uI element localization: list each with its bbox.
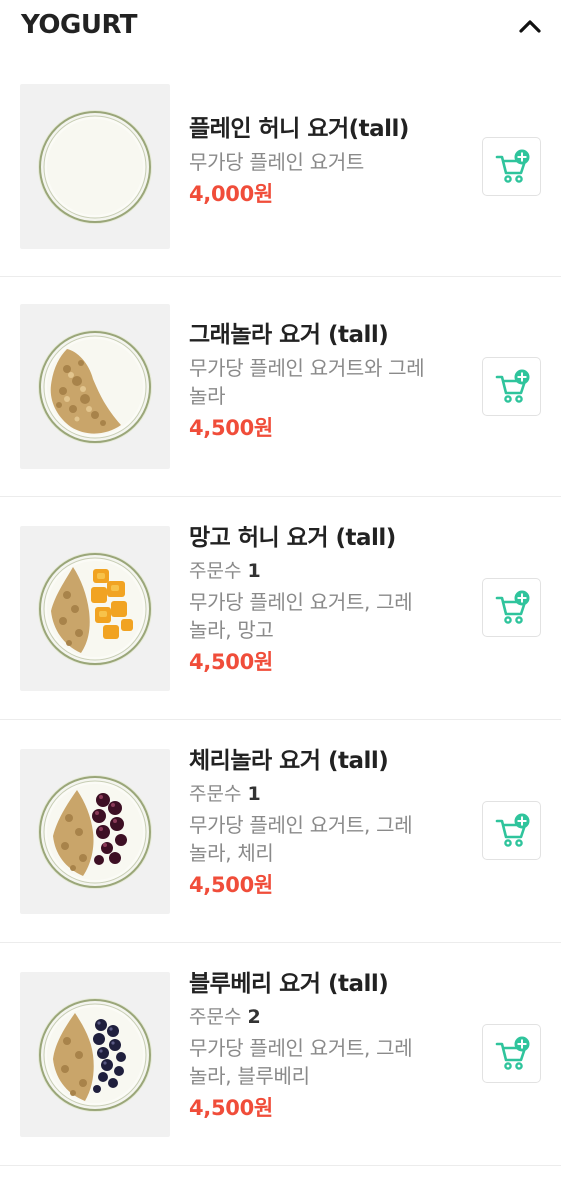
menu-item-mango-honey[interactable]: 망고 허니 요거 (tall) 주문수 1 무가당 플레인 요거트, 그레 놀라… [0,497,561,720]
item-description: 무가당 플레인 요거트 [189,150,365,174]
item-description: 무가당 플레인 요거트, 그레 놀라, 블루베리 [189,1036,413,1088]
cherry-yogurt-image [20,749,170,914]
item-name: 블루베리 요거 (tall) [189,971,389,997]
add-to-cart-button[interactable] [482,801,541,860]
item-name: 플레인 허니 요거(tall) [189,116,409,142]
cart-plus-icon [495,368,530,403]
granola-yogurt-image [20,304,170,469]
item-name: 그래놀라 요거 (tall) [189,322,389,348]
add-to-cart-button[interactable] [482,578,541,637]
item-price: 4,500원 [189,873,273,897]
cart-plus-icon [495,589,530,624]
add-to-cart-button[interactable] [482,1024,541,1083]
section-title: YOGURT [21,10,138,40]
cart-plus-icon [495,1035,530,1070]
item-price: 4,500원 [189,416,273,440]
item-price: 4,500원 [189,650,273,674]
item-info: 체리놀라 요거 (tall) 주문수 1 무가당 플레인 요거트, 그레 놀라,… [189,746,464,901]
add-to-cart-button[interactable] [482,137,541,196]
item-price: 4,000원 [189,182,273,206]
menu-item-granola[interactable]: 그래놀라 요거 (tall) 무가당 플레인 요거트와 그레 놀라 4,500원 [0,277,561,497]
cart-plus-icon [495,148,530,183]
item-info: 그래놀라 요거 (tall) 무가당 플레인 요거트와 그레 놀라 4,500원 [189,320,464,444]
order-count: 주문수 2 [189,1006,261,1028]
item-info: 망고 허니 요거 (tall) 주문수 1 무가당 플레인 요거트, 그레 놀라… [189,523,464,678]
item-description: 무가당 플레인 요거트와 그레 놀라 [189,356,425,408]
item-price: 4,500원 [189,1096,273,1120]
item-info: 플레인 허니 요거(tall) 무가당 플레인 요거트 4,000원 [189,114,464,210]
blueberry-yogurt-image [20,972,170,1137]
item-description: 무가당 플레인 요거트, 그레 놀라, 체리 [189,813,413,865]
plain-yogurt-image [20,84,170,249]
cart-plus-icon [495,812,530,847]
chevron-up-icon[interactable] [514,12,546,40]
menu-item-blueberry[interactable]: 블루베리 요거 (tall) 주문수 2 무가당 플레인 요거트, 그레 놀라,… [0,943,561,1166]
section-header[interactable]: YOGURT [0,0,561,54]
menu-item-cherry[interactable]: 체리놀라 요거 (tall) 주문수 1 무가당 플레인 요거트, 그레 놀라,… [0,720,561,943]
item-name: 망고 허니 요거 (tall) [189,525,396,551]
add-to-cart-button[interactable] [482,357,541,416]
order-count: 주문수 1 [189,560,261,582]
item-name: 체리놀라 요거 (tall) [189,748,389,774]
item-description: 무가당 플레인 요거트, 그레 놀라, 망고 [189,590,413,642]
menu-item-plain-honey[interactable]: 플레인 허니 요거(tall) 무가당 플레인 요거트 4,000원 [0,54,561,277]
mango-yogurt-image [20,526,170,691]
order-count: 주문수 1 [189,783,261,805]
item-info: 블루베리 요거 (tall) 주문수 2 무가당 플레인 요거트, 그레 놀라,… [189,969,464,1124]
